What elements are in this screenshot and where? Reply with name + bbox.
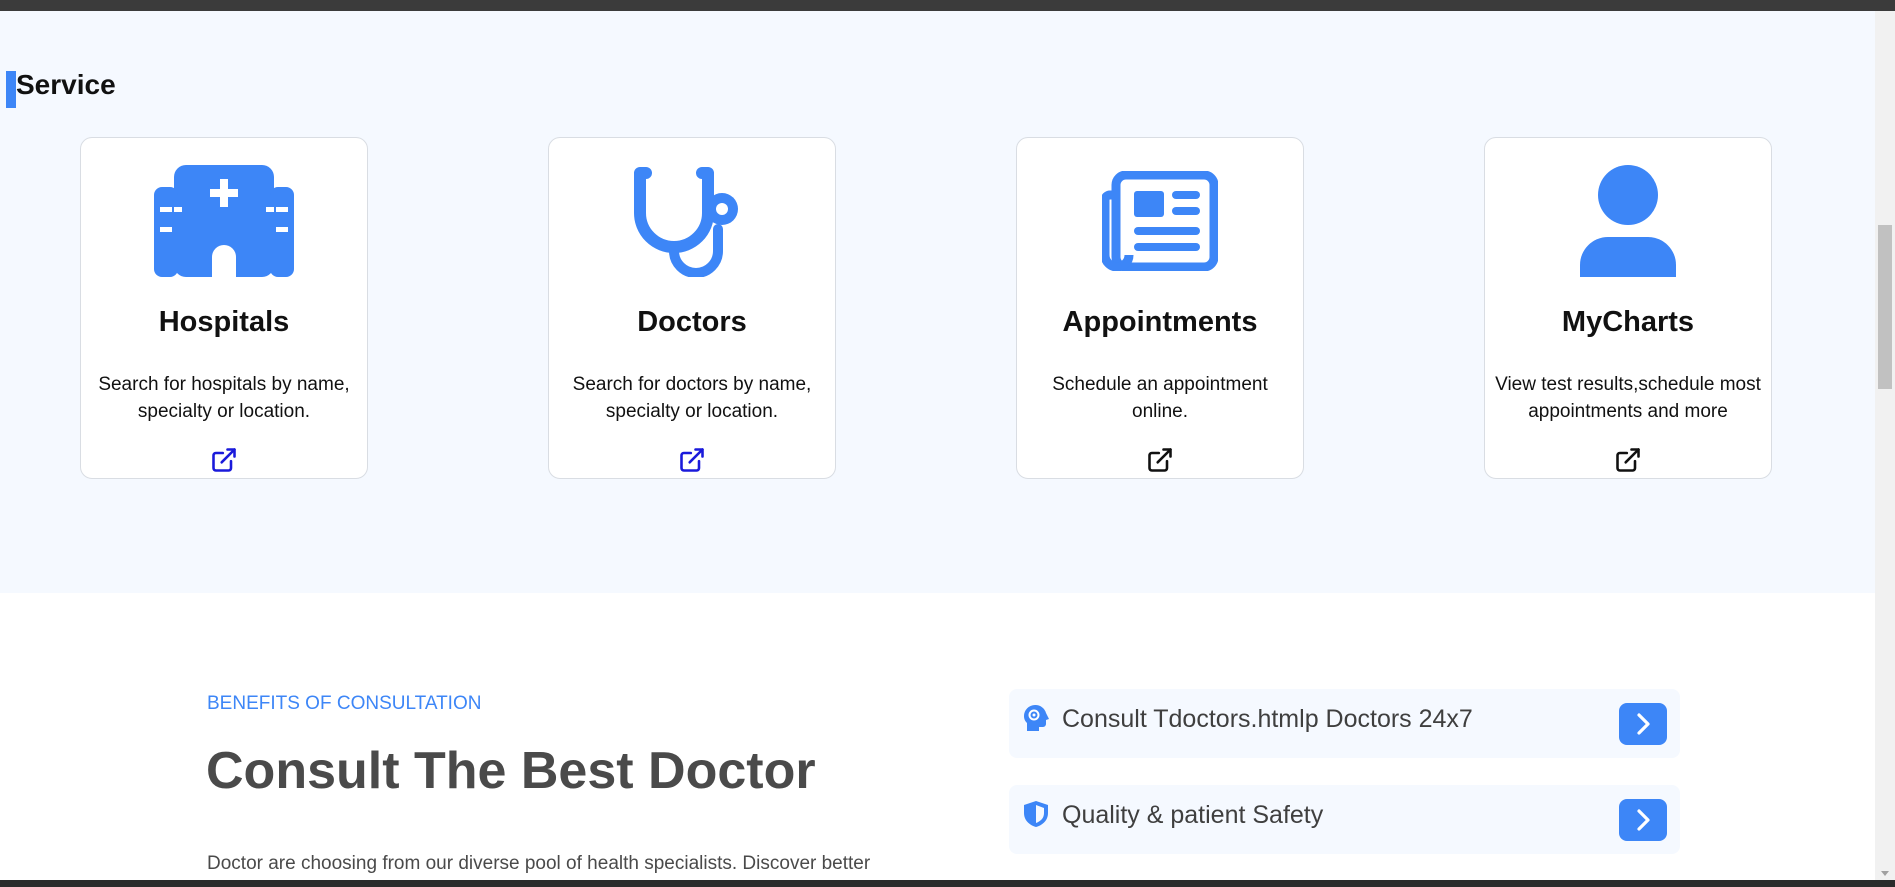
consult-lead-text: Doctor are choosing from our diverse poo… [207, 853, 871, 874]
card-title: MyCharts [1561, 306, 1695, 338]
external-link-icon[interactable] [1146, 446, 1174, 474]
card-title: Appointments [1062, 306, 1258, 338]
section-eyebrow: BENEFITS OF CONSULTATION [207, 693, 482, 714]
card-description: Search for doctors by name, specialty or… [572, 374, 812, 422]
external-link-icon[interactable] [1614, 446, 1642, 474]
service-section: Service Hospitals Search for hospitals b… [0, 11, 1875, 593]
consult-title: Consult The Best Doctor [206, 742, 816, 800]
benefit-arrow-button[interactable] [1619, 799, 1667, 841]
external-link-icon[interactable] [210, 446, 238, 474]
external-link-icon[interactable] [678, 446, 706, 474]
taskbar-strip [0, 880, 1895, 887]
service-title: Service [16, 69, 116, 100]
consultation-section: BENEFITS OF CONSULTATION Consult The Bes… [0, 593, 1875, 880]
card-description: View test results,schedule most appointm… [1495, 374, 1761, 422]
head-gear-icon [1021, 703, 1051, 733]
service-card-doctors: Doctors Search for doctors by name, spec… [548, 137, 836, 479]
shield-icon [1021, 799, 1051, 829]
chevron-right-icon [1637, 809, 1650, 831]
user-icon [1553, 162, 1703, 280]
card-title: Hospitals [158, 306, 290, 338]
benefit-arrow-button[interactable] [1619, 703, 1667, 745]
hospital-icon [149, 162, 299, 280]
benefit-item-safety: Quality & patient Safety [1009, 785, 1680, 854]
scroll-down-arrow-icon[interactable] [1881, 871, 1889, 876]
vertical-scrollbar[interactable] [1875, 11, 1895, 880]
card-description: Search for hospitals by name, specialty … [98, 374, 350, 422]
benefit-label: Quality & patient Safety [1062, 801, 1324, 829]
card-title: Doctors [637, 306, 747, 338]
stethoscope-icon [617, 162, 767, 280]
service-card-appointments: Appointments Schedule an appointment onl… [1016, 137, 1304, 479]
benefit-label: Consult Tdoctors.htmlp Doctors 24x7 [1062, 705, 1473, 733]
service-card-mycharts: MyCharts View test results,schedule most… [1484, 137, 1772, 479]
section-accent-bar [6, 71, 16, 108]
card-description: Schedule an appointment online. [1052, 374, 1268, 422]
service-card-hospitals: Hospitals Search for hospitals by name, … [80, 137, 368, 479]
benefit-item-consult: Consult Tdoctors.htmlp Doctors 24x7 [1009, 689, 1680, 758]
chevron-right-icon [1637, 713, 1650, 735]
scrollbar-thumb[interactable] [1878, 225, 1892, 389]
newspaper-icon [1085, 162, 1235, 280]
browser-top-bar [0, 0, 1895, 11]
